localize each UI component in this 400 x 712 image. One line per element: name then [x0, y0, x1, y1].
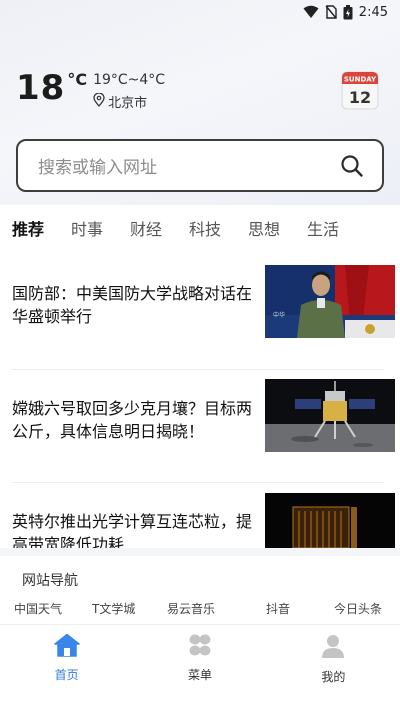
- news-title[interactable]: 嫦娥六号取回多少克月壤？目标两公斤，具体信息明日揭晓！: [12, 397, 262, 443]
- weather-widget[interactable]: 18 °C 19°C~4°C 北京市: [16, 66, 165, 111]
- tab-technology[interactable]: 科技: [189, 216, 248, 240]
- site-link[interactable]: T文学城: [92, 600, 135, 617]
- location-pin-icon: [93, 91, 105, 111]
- tab-finance[interactable]: 财经: [130, 216, 189, 240]
- status-time: 2:45: [358, 4, 388, 20]
- search-placeholder: 搜索或输入网址: [38, 158, 157, 178]
- temperature: 18: [16, 68, 66, 108]
- section-gap: [0, 548, 400, 556]
- news-thumbnail[interactable]: [265, 493, 395, 548]
- status-bar: 2:45: [0, 0, 400, 24]
- calendar-icon[interactable]: SUNDAY 12: [341, 70, 379, 110]
- news-title[interactable]: 国防部：中美国防大学战略对话在华盛顿举行: [12, 282, 262, 328]
- site-navigation-links: 中国天气 T文学城 易云音乐 抖音 今日头条: [0, 600, 400, 620]
- svg-text:中华: 中华: [273, 311, 285, 319]
- search-input[interactable]: 搜索或输入网址: [16, 139, 384, 192]
- tab-life[interactable]: 生活: [307, 216, 366, 240]
- nav-home-label: 首页: [54, 668, 79, 682]
- calendar-day: 12: [349, 88, 371, 107]
- battery-icon: [343, 4, 353, 20]
- tab-current-affairs[interactable]: 时事: [71, 216, 130, 240]
- site-link[interactable]: 中国天气: [14, 600, 62, 617]
- location: 北京市: [93, 91, 165, 111]
- menu-grid-icon: [187, 633, 213, 661]
- news-item[interactable]: 嫦娥六号取回多少克月壤？目标两公斤，具体信息明日揭晓！: [0, 379, 400, 483]
- nav-home[interactable]: 首页: [0, 625, 133, 712]
- site-navigation-title: 网站导航: [22, 573, 78, 589]
- temperature-range: 19°C~4°C: [93, 72, 166, 88]
- news-item[interactable]: 国防部：中美国防大学战略对话在华盛顿举行 中华: [0, 265, 400, 370]
- nav-menu-label: 菜单: [187, 668, 212, 682]
- search-icon[interactable]: [322, 154, 382, 178]
- profile-icon: [320, 633, 346, 663]
- nav-profile[interactable]: 我的: [267, 625, 400, 712]
- news-divider: [12, 482, 384, 483]
- nav-menu[interactable]: 菜单: [133, 625, 266, 712]
- category-tabs: 推荐 时事 财经 科技 思想 生活: [0, 208, 400, 248]
- bottom-navigation: 首页 菜单 我的: [0, 624, 400, 712]
- site-link[interactable]: 抖音: [266, 600, 290, 617]
- news-divider: [12, 369, 384, 370]
- site-link[interactable]: 今日头条: [334, 600, 382, 617]
- news-thumbnail[interactable]: 中华: [265, 265, 395, 338]
- location-name: 北京市: [108, 96, 148, 111]
- temperature-unit: °C: [67, 70, 88, 89]
- nav-profile-label: 我的: [321, 670, 346, 684]
- site-navigation: 网站导航 中国天气 T文学城 易云音乐 抖音 今日头条: [0, 556, 400, 624]
- news-item[interactable]: 英特尔推出光学计算互连芯粒，提高带宽降低功耗: [0, 493, 400, 554]
- news-thumbnail[interactable]: [265, 379, 395, 452]
- home-icon: [53, 633, 80, 661]
- no-sim-icon: [325, 5, 337, 19]
- calendar-weekday: SUNDAY: [344, 76, 377, 84]
- wifi-icon: [303, 5, 319, 19]
- site-link[interactable]: 易云音乐: [167, 600, 215, 617]
- tab-recommend[interactable]: 推荐: [12, 216, 71, 240]
- tab-thought[interactable]: 思想: [248, 216, 307, 240]
